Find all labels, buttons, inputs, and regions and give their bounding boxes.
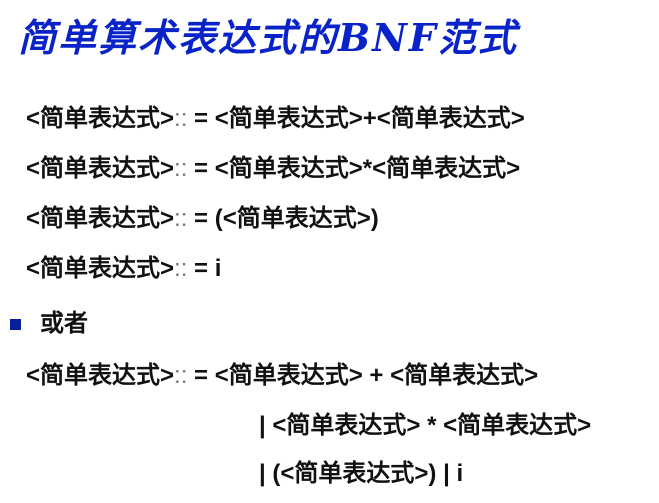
rule-lhs: <简单表达式> (26, 155, 175, 182)
rule-colons: :: (174, 255, 188, 282)
rule-rhs: = i (187, 255, 222, 282)
combined-rule-alt-times: | <简单表达式> * <简单表达式> (259, 412, 592, 439)
bullet-item-or: 或者 (10, 308, 88, 340)
slide-title: 简单算术表达式的BNF范式 (18, 15, 518, 60)
rule-rhs: = <简单表达式>*<简单表达式> (187, 155, 521, 182)
rule-colons: :: (174, 155, 188, 182)
rule-rhs: = <简单表达式> + <简单表达式> (187, 362, 539, 389)
rule-lhs: <简单表达式> (26, 362, 175, 389)
combined-rule-alt-paren-identifier: | (<简单表达式>) | i (259, 460, 464, 487)
bullet-text: 或者 (40, 310, 88, 337)
rule-colons: :: (174, 205, 188, 232)
combined-rule-line: <简单表达式>:: = <简单表达式> + <简单表达式> (26, 360, 538, 392)
square-bullet-icon (10, 318, 21, 330)
rule-lhs: <简单表达式> (26, 255, 175, 282)
rule-lhs: <简单表达式> (26, 205, 175, 232)
rule-lhs: <简单表达式> (26, 105, 175, 132)
rule-rhs: = (<简单表达式>) (187, 205, 379, 232)
rule-colons: :: (174, 362, 188, 389)
bnf-rule-plus: <简单表达式>:: = <简单表达式>+<简单表达式> (26, 103, 525, 135)
rule-rhs: = <简单表达式>+<简单表达式> (187, 105, 525, 132)
slide: 简单算术表达式的BNF范式 <简单表达式>:: = <简单表达式>+<简单表达式… (0, 0, 659, 503)
bnf-rule-paren: <简单表达式>:: = (<简单表达式>) (26, 203, 379, 235)
bnf-rule-times: <简单表达式>:: = <简单表达式>*<简单表达式> (26, 153, 520, 185)
rule-colons: :: (174, 105, 188, 132)
bnf-rule-identifier: <简单表达式>:: = i (26, 253, 221, 285)
